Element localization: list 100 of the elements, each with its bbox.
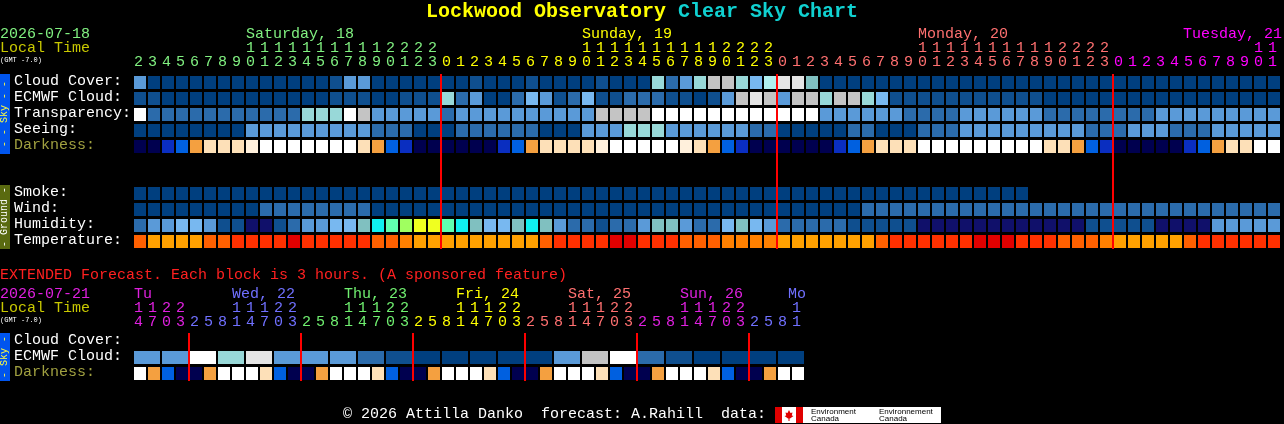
hour-digit: 0	[498, 316, 508, 330]
day-label: Mo	[788, 288, 806, 302]
hour-digit: 3	[148, 56, 158, 70]
row-label: Darkness:	[14, 138, 96, 154]
hour-digit: 7	[680, 56, 690, 70]
hour-digit: 1	[148, 302, 158, 316]
hour-digit: 1	[1002, 42, 1012, 56]
hour-digit: 5	[204, 316, 214, 330]
row-label: Transparency:	[14, 106, 133, 122]
hour-digit: 7	[372, 316, 382, 330]
hour-digit: 3	[624, 56, 634, 70]
hour-digit: 1	[736, 56, 746, 70]
hour-digit: 4	[498, 56, 508, 70]
row-label: Cloud Cover:	[14, 333, 124, 349]
hour-digit: 2	[638, 316, 648, 330]
hour-digit: 2	[400, 302, 410, 316]
hour-digit: 2	[526, 316, 536, 330]
hour-digit: 1	[358, 302, 367, 316]
hour-digit: 8	[330, 316, 340, 330]
chart-subtitle: Clear Sky Chart	[678, 0, 859, 23]
hour-digit: 1	[568, 316, 578, 330]
hour-digit: 2	[400, 42, 410, 56]
hour-digit: 1	[568, 302, 577, 316]
hour-digit: 9	[904, 56, 914, 70]
hour-digit: 1	[792, 316, 802, 330]
hour-digit: 1	[932, 42, 941, 56]
hour-digit: 8	[666, 316, 676, 330]
hour-digit: 1	[288, 42, 297, 56]
hour-digit: 3	[400, 316, 410, 330]
hour-digit: 7	[1212, 56, 1222, 70]
hour-digit: 7	[344, 56, 354, 70]
hour-digit: 3	[484, 56, 494, 70]
hour-digit: 1	[652, 42, 662, 56]
hour-digit: 1	[358, 42, 368, 56]
day-label: Monday, 20	[918, 28, 1008, 42]
hour-digit: 4	[1170, 56, 1180, 70]
hour-digit: 5	[540, 316, 550, 330]
hour-digit: 0	[610, 316, 620, 330]
hour-digit: 2	[428, 42, 438, 56]
hour-digit: 5	[316, 316, 326, 330]
hour-digit: 1	[792, 56, 802, 70]
hour-digit: 1	[134, 302, 144, 316]
hour-digit: 7	[708, 316, 718, 330]
hour-digit: 3	[288, 316, 298, 330]
hour-digit: 1	[330, 42, 340, 56]
hour-digit: 2	[414, 56, 424, 70]
hour-digit: 2	[386, 302, 396, 316]
hour-digit: 1	[596, 42, 605, 56]
row-label: Temperature:	[14, 233, 124, 249]
hour-digit: 3	[820, 56, 830, 70]
hour-digit: 3	[1156, 56, 1166, 70]
hour-digit: 3	[512, 316, 522, 330]
credit-text: data:	[721, 407, 767, 423]
hour-digit: 8	[218, 56, 228, 70]
hour-digit: 2	[750, 316, 760, 330]
flag-icon	[775, 407, 804, 423]
hour-digit: 7	[1016, 56, 1026, 70]
hour-digit: 2	[134, 56, 144, 70]
hour-digit: 1	[1268, 56, 1278, 70]
hour-digit: 2	[722, 302, 732, 316]
hour-digit: 7	[484, 316, 494, 330]
hour-digit: 6	[862, 56, 872, 70]
hour-digit: 1	[1044, 42, 1054, 56]
hour-digit: 1	[232, 316, 242, 330]
hour-digit: 4	[302, 56, 312, 70]
hour-digit: 3	[736, 316, 746, 330]
hour-digit: 1	[1128, 56, 1138, 70]
chart-title: Lockwood Observatory	[425, 0, 666, 23]
hour-digit: 2	[736, 42, 746, 56]
hour-digit: 1	[344, 42, 354, 56]
row-label: Wind:	[14, 201, 60, 217]
day-label: Thu, 23	[344, 288, 407, 302]
logo-text: Environnement Canada	[879, 408, 934, 422]
hour-digit: 1	[708, 302, 718, 316]
row-label: Smoke:	[14, 185, 69, 201]
hour-digit: 0	[1058, 56, 1068, 70]
hour-digit: 5	[1184, 56, 1194, 70]
hour-digit: 1	[680, 302, 689, 316]
row-label: ECMWF Cloud:	[14, 90, 124, 106]
hour-digit: 5	[848, 56, 858, 70]
hour-digit: 5	[428, 316, 438, 330]
hour-digit: 9	[708, 56, 718, 70]
hour-digit: 2	[414, 42, 424, 56]
hour-digit: 4	[246, 316, 256, 330]
hour-digit: 9	[372, 56, 382, 70]
hour-digit: 9	[568, 56, 578, 70]
row-label: Seeing:	[14, 122, 78, 138]
hour-digit: 2	[386, 42, 396, 56]
day-label: Wed, 22	[232, 288, 295, 302]
hour-digit: 2	[806, 56, 816, 70]
hour-digit: 1	[400, 56, 410, 70]
date-label: 2026-07-21	[0, 288, 91, 302]
hour-digit: 2	[288, 302, 298, 316]
hour-digit: 2	[1142, 56, 1152, 70]
hour-digit: 2	[946, 56, 956, 70]
hour-digit: 2	[274, 302, 284, 316]
hour-digit: 0	[778, 56, 788, 70]
hour-digit: 4	[582, 316, 592, 330]
hour-digit: 6	[666, 56, 676, 70]
hour-digit: 1	[610, 42, 619, 56]
